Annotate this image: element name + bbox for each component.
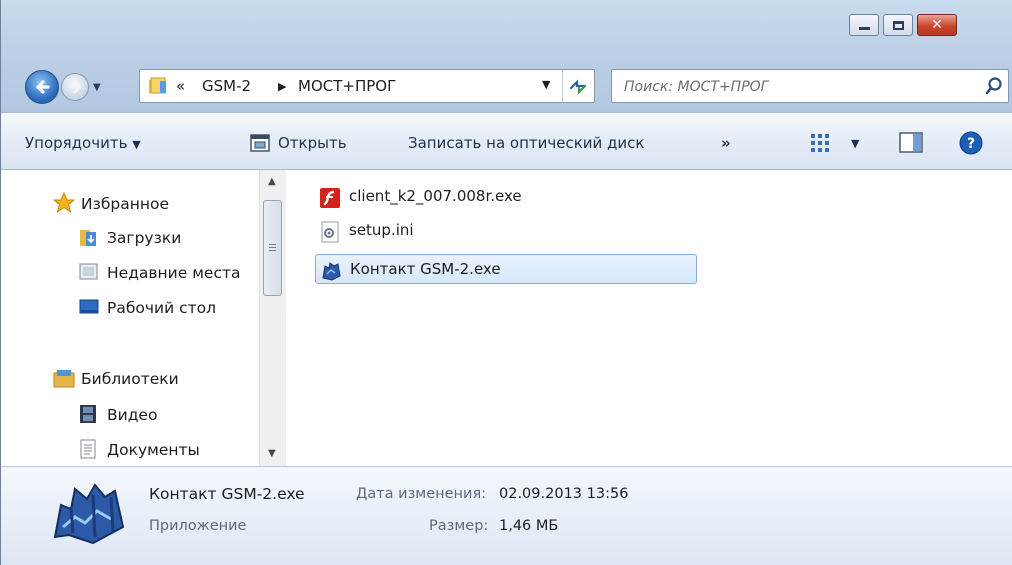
libraries-icon [53,370,75,388]
app-large-icon [53,483,125,545]
address-segment-most-prog[interactable]: МОСТ+ПРОГ [298,77,396,95]
refresh-icon[interactable] [567,76,589,96]
desktop-icon [79,299,99,314]
scroll-up-icon[interactable]: ▲ [268,176,276,187]
details-size-value: 1,46 МБ [499,518,559,534]
nav-item-documents[interactable]: Документы [107,441,200,459]
caption-buttons: ✕ [849,14,961,36]
nav-scrollbar[interactable]: ▲ ▼ [259,170,286,466]
more-commands-button[interactable]: » [721,134,731,152]
file-name: setup.ini [349,221,414,239]
svg-text:?: ? [967,136,975,152]
video-library-icon [80,405,96,423]
open-button[interactable]: Открыть [278,134,347,152]
details-modified-value: 02.09.2013 13:56 [499,486,629,502]
help-icon[interactable]: ? [959,131,983,155]
recent-places-icon [79,263,98,280]
scroll-down-icon[interactable]: ▼ [268,448,276,459]
minimize-button[interactable] [849,14,879,36]
preview-pane-icon[interactable] [899,132,923,154]
details-pane: Контакт GSM-2.exe Дата изменения: 02.09.… [1,466,1012,565]
explorer-window: ✕ ▼ « GSM-2 ▶ МОСТ+ПРОГ ▼ Поиск: МОСТ+ПР… [0,0,1012,565]
view-options-dropdown[interactable]: ▼ [851,137,859,150]
window-frame: ✕ ▼ « GSM-2 ▶ МОСТ+ПРОГ ▼ [1,0,1012,112]
organize-label: Упорядочить [25,134,128,152]
file-item-selected[interactable]: Контакт GSM-2.exe [315,254,697,284]
forward-arrow-icon [68,80,82,94]
chevron-down-icon: ▼ [132,138,141,151]
view-options-icon[interactable] [809,132,831,154]
maximize-icon [892,20,904,30]
scroll-thumb[interactable] [263,200,282,296]
ini-settings-icon [321,221,339,243]
open-icon [250,134,270,152]
back-arrow-icon [36,80,50,94]
nav-libraries-header[interactable]: Библиотеки [81,370,179,388]
close-icon: ✕ [931,17,943,33]
close-button[interactable]: ✕ [917,14,957,36]
nav-item-recent-places[interactable]: Недавние места [107,264,241,282]
address-divider [562,70,563,102]
back-button[interactable] [25,70,59,104]
address-separator[interactable]: ▶ [278,80,286,93]
grip-icon [269,244,276,251]
nav-favorites-header[interactable]: Избранное [81,195,169,213]
address-overflow-chevron[interactable]: « [176,77,185,95]
flash-exe-icon [320,188,340,208]
details-file-type: Приложение [149,518,247,534]
organize-button[interactable]: Упорядочить ▼ [25,134,141,152]
file-name: client_k2_007.008r.exe [349,187,522,205]
documents-library-icon [80,439,96,459]
folder-icon [149,77,166,94]
app-exe-icon [322,262,341,281]
address-dropdown[interactable]: ▼ [542,78,550,91]
details-size-label: Размер: [429,518,489,534]
recent-pages-dropdown[interactable]: ▼ [93,82,101,93]
maximize-button[interactable] [883,14,913,36]
address-bar[interactable]: « GSM-2 ▶ МОСТ+ПРОГ ▼ [139,69,595,103]
minimize-icon [858,26,870,30]
file-name: Контакт GSM-2.exe [350,260,501,278]
nav-item-video[interactable]: Видео [107,406,157,424]
search-box[interactable] [611,69,1009,103]
star-icon [53,192,75,214]
nav-item-downloads[interactable]: Загрузки [107,229,181,247]
details-file-name: Контакт GSM-2.exe [149,485,305,503]
downloads-folder-icon [80,230,96,246]
search-icon[interactable] [984,76,1004,96]
details-modified-label: Дата изменения: [356,486,487,502]
address-segment-gsm2[interactable]: GSM-2 [202,77,251,95]
burn-button[interactable]: Записать на оптический диск [408,134,644,152]
command-bar: Упорядочить ▼ Открыть Записать на оптиче… [1,112,1012,170]
search-input[interactable] [622,74,966,100]
forward-button[interactable] [61,73,89,101]
navigation-pane: Избранное Загрузки Недавние места Рабочи… [1,170,289,466]
nav-item-desktop[interactable]: Рабочий стол [107,299,216,317]
